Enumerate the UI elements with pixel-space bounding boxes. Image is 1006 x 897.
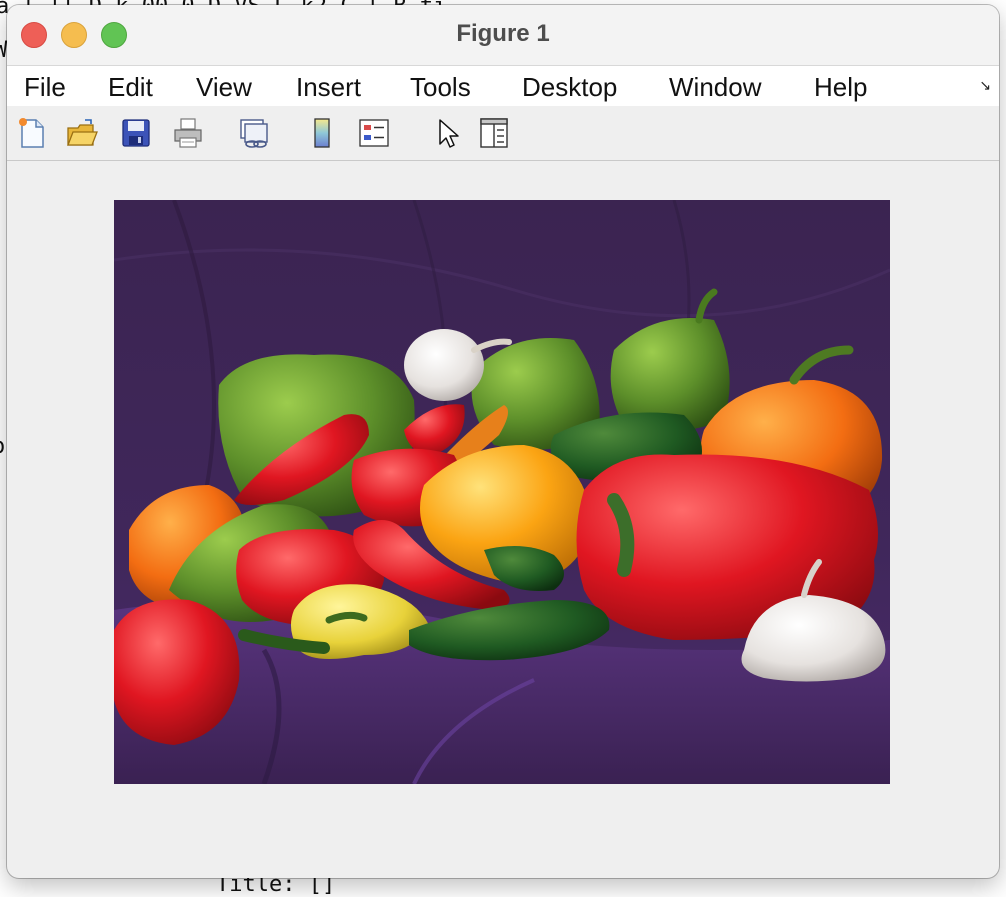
new-figure-icon[interactable] [15, 116, 49, 150]
save-figure-icon[interactable] [119, 116, 153, 150]
menu-tools[interactable]: Tools [410, 72, 471, 103]
figure-toolbar [7, 106, 999, 161]
peppers-image-svg [114, 200, 890, 784]
menu-file[interactable]: File [24, 72, 66, 103]
window-title: Figure 1 [456, 20, 550, 47]
title-bar[interactable]: Figure 1 [7, 5, 999, 65]
figure-window: Figure 1 File Edit View Insert Tools Des… [7, 5, 999, 878]
figure-image[interactable] [114, 200, 890, 784]
menu-help[interactable]: Help [814, 72, 867, 103]
menu-edit[interactable]: Edit [108, 72, 153, 103]
insert-legend-icon[interactable] [357, 116, 391, 150]
open-file-icon[interactable] [65, 116, 99, 150]
dock-arrow-icon[interactable]: ↘ [979, 78, 991, 94]
background-editor-text-p: o [0, 434, 5, 459]
menu-window[interactable]: Window [669, 72, 761, 103]
menu-desktop[interactable]: Desktop [522, 72, 617, 103]
menu-insert[interactable]: Insert [296, 72, 361, 103]
link-plot-icon[interactable] [237, 116, 271, 150]
menu-bar: File Edit View Insert Tools Desktop Wind… [7, 65, 999, 107]
insert-colorbar-icon[interactable] [305, 116, 339, 150]
menu-view[interactable]: View [196, 72, 252, 103]
property-editor-icon[interactable] [477, 116, 511, 150]
print-figure-icon[interactable] [171, 116, 205, 150]
edit-plot-icon[interactable] [431, 116, 465, 150]
